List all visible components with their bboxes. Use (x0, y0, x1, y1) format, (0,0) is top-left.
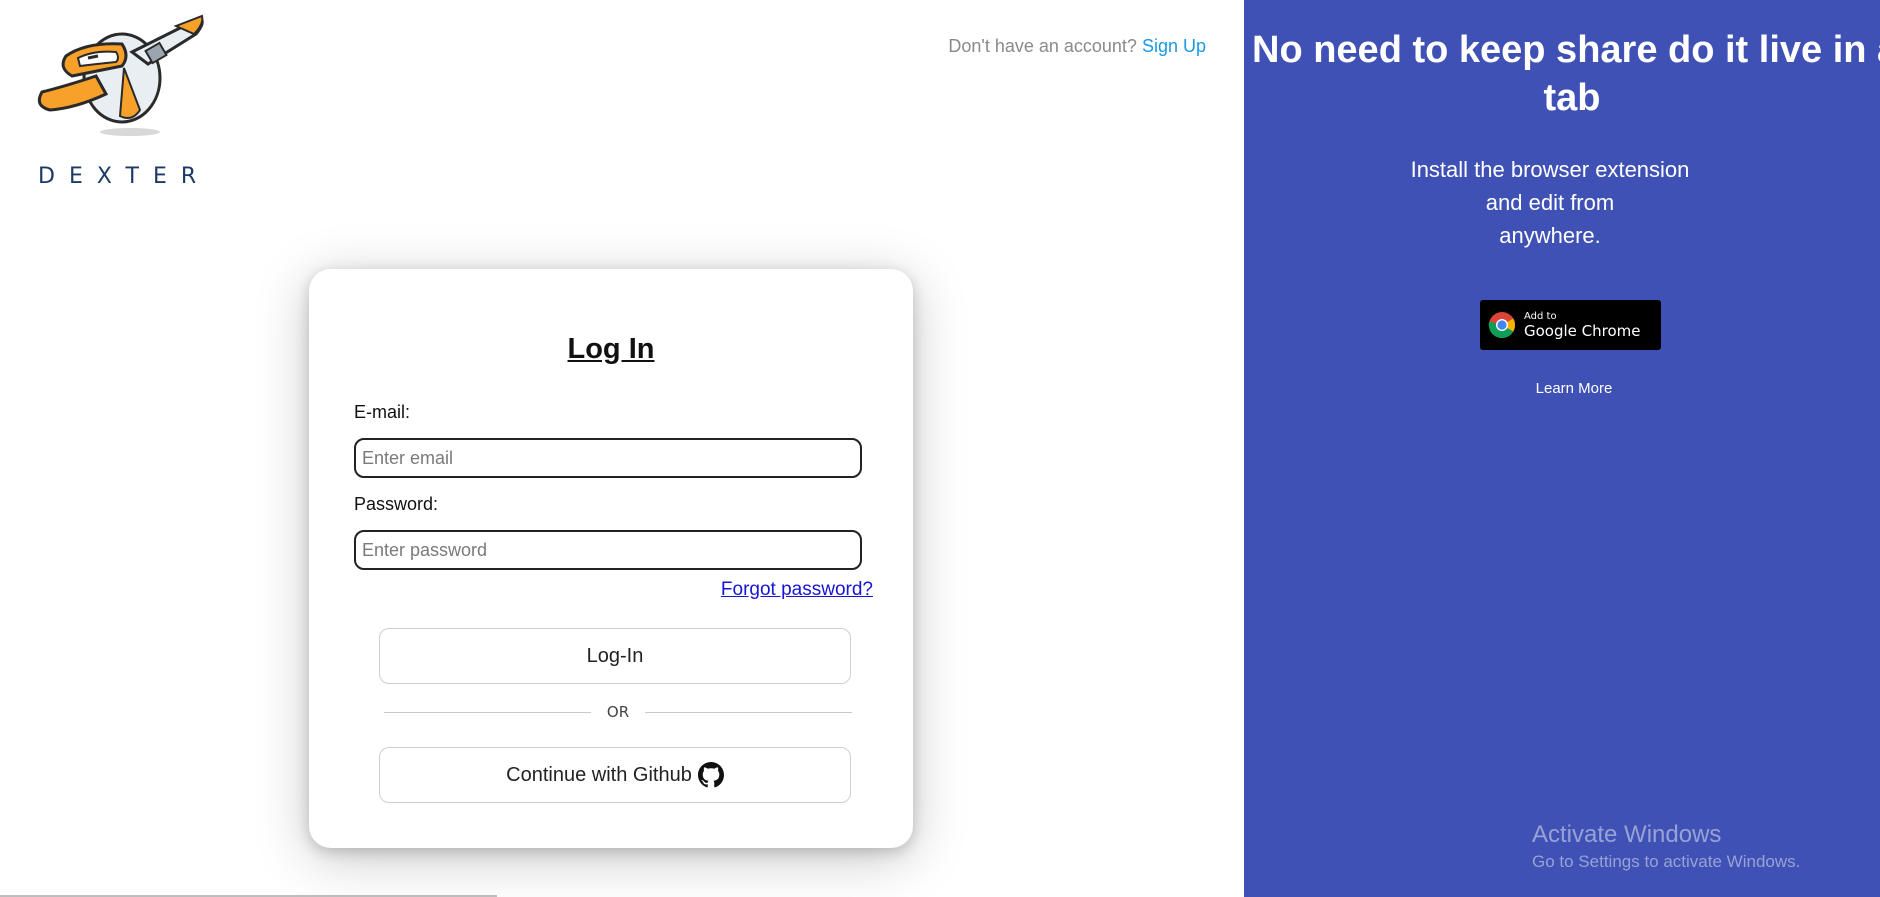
forgot-password-link[interactable]: Forgot password? (721, 579, 873, 601)
password-field[interactable] (354, 530, 862, 570)
divider-line-left (384, 711, 591, 713)
activate-windows-watermark: Activate Windows Go to Settings to activ… (1532, 820, 1800, 874)
login-button-label: Log-In (586, 644, 644, 667)
login-card: Log In E-mail: Password: Forgot password… (309, 269, 913, 848)
promo-text-line3: anywhere. (1499, 223, 1601, 248)
chrome-icon (1488, 312, 1516, 339)
promo-text-line1: Install the browser extension (1410, 157, 1690, 182)
learn-more-link[interactable]: Learn More (1494, 380, 1654, 397)
github-login-button[interactable]: Continue with Github (379, 747, 851, 803)
login-title: Log In (567, 333, 655, 365)
chrome-badge-big: Google Chrome (1524, 321, 1641, 340)
signup-prompt-text: Don't have an account? (948, 36, 1137, 56)
or-divider: OR (384, 701, 853, 723)
chrome-badge-small: Add to (1524, 310, 1557, 322)
or-text: OR (606, 703, 630, 721)
divider-line-right (645, 711, 853, 713)
left-pane: DEXTER Don't have an account? Sign Up Lo… (0, 0, 1244, 897)
add-to-chrome-button[interactable]: Add to Google Chrome (1480, 300, 1661, 350)
email-field[interactable] (354, 438, 862, 478)
promo-title-line1: No need to keep share do it live in a (1252, 29, 1880, 71)
activate-windows-title: Activate Windows (1532, 821, 1722, 848)
promo-title: No need to keep share do it live in a ta… (1252, 26, 1880, 122)
github-icon (697, 762, 724, 788)
login-button[interactable]: Log-In (379, 628, 851, 684)
chrome-badge-text: Add to Google Chrome (1524, 311, 1641, 340)
signup-prompt: Don't have an account? Sign Up (948, 36, 1206, 57)
promo-text-line2: and edit from (1485, 190, 1615, 215)
email-label: E-mail: (354, 402, 411, 422)
password-label: Password: (354, 494, 439, 514)
promo-description: Install the browser extension and edit f… (1400, 153, 1700, 252)
activate-windows-subtitle: Go to Settings to activate Windows. (1532, 852, 1801, 871)
promo-pane: No need to keep share do it live in a ta… (1244, 0, 1880, 897)
signup-link[interactable]: Sign Up (1142, 36, 1206, 56)
github-button-label: Continue with Github (506, 763, 692, 786)
promo-title-line2: tab (1543, 77, 1601, 119)
login-page: DEXTER Don't have an account? Sign Up Lo… (0, 0, 1880, 897)
brand-name: DEXTER (38, 164, 211, 189)
